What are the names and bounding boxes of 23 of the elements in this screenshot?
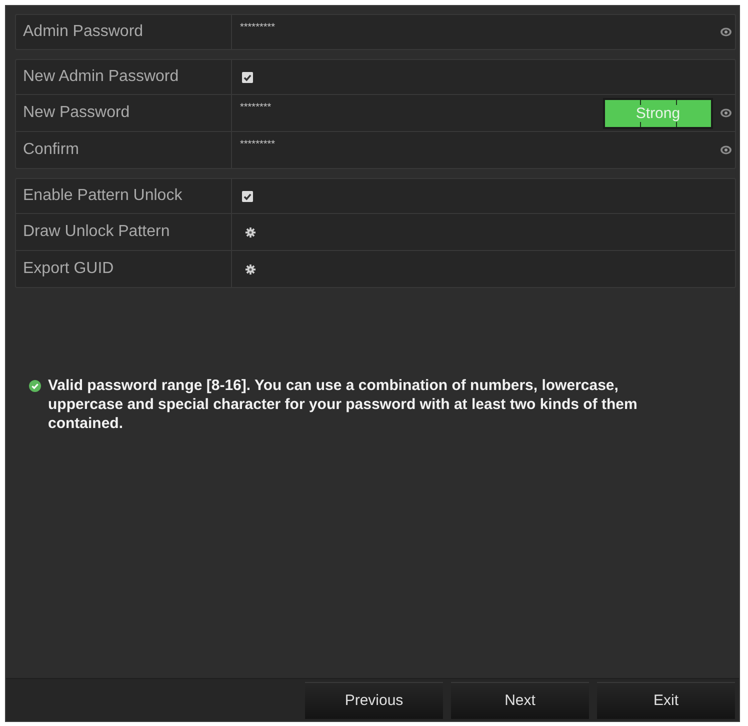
field-label: Export GUID [23,260,114,278]
eye-icon[interactable] [720,108,732,118]
nav-button[interactable]: Previous [305,682,443,718]
field-label: Confirm [23,141,80,159]
strength-label: Strong [634,104,682,122]
eye-icon[interactable] [720,27,732,37]
password-field[interactable]: ********* [240,22,276,33]
field-label: New Admin Password [23,68,179,86]
field-label: Admin Password [23,23,144,41]
eye-icon[interactable] [720,145,732,155]
nav-button[interactable]: Exit [597,682,735,718]
password-hint: Valid password range [8-16]. You can use a combination of numbers, lowercase, uppercase and special character for your password with at least two kinds of them contained. [48,376,638,433]
checkbox[interactable] [242,72,253,82]
field-label: New Password [23,104,130,122]
field-label: Enable Pattern Unlock [23,187,182,205]
nav-button[interactable]: Next [451,682,589,718]
gear-icon[interactable] [245,264,256,274]
field-label: Draw Unlock Pattern [23,223,170,241]
password-field[interactable]: ********* [240,139,276,150]
password-field[interactable]: ******** [240,102,272,113]
checkbox[interactable] [242,190,253,202]
gear-icon[interactable] [245,226,256,238]
check-circle-icon [29,380,41,392]
